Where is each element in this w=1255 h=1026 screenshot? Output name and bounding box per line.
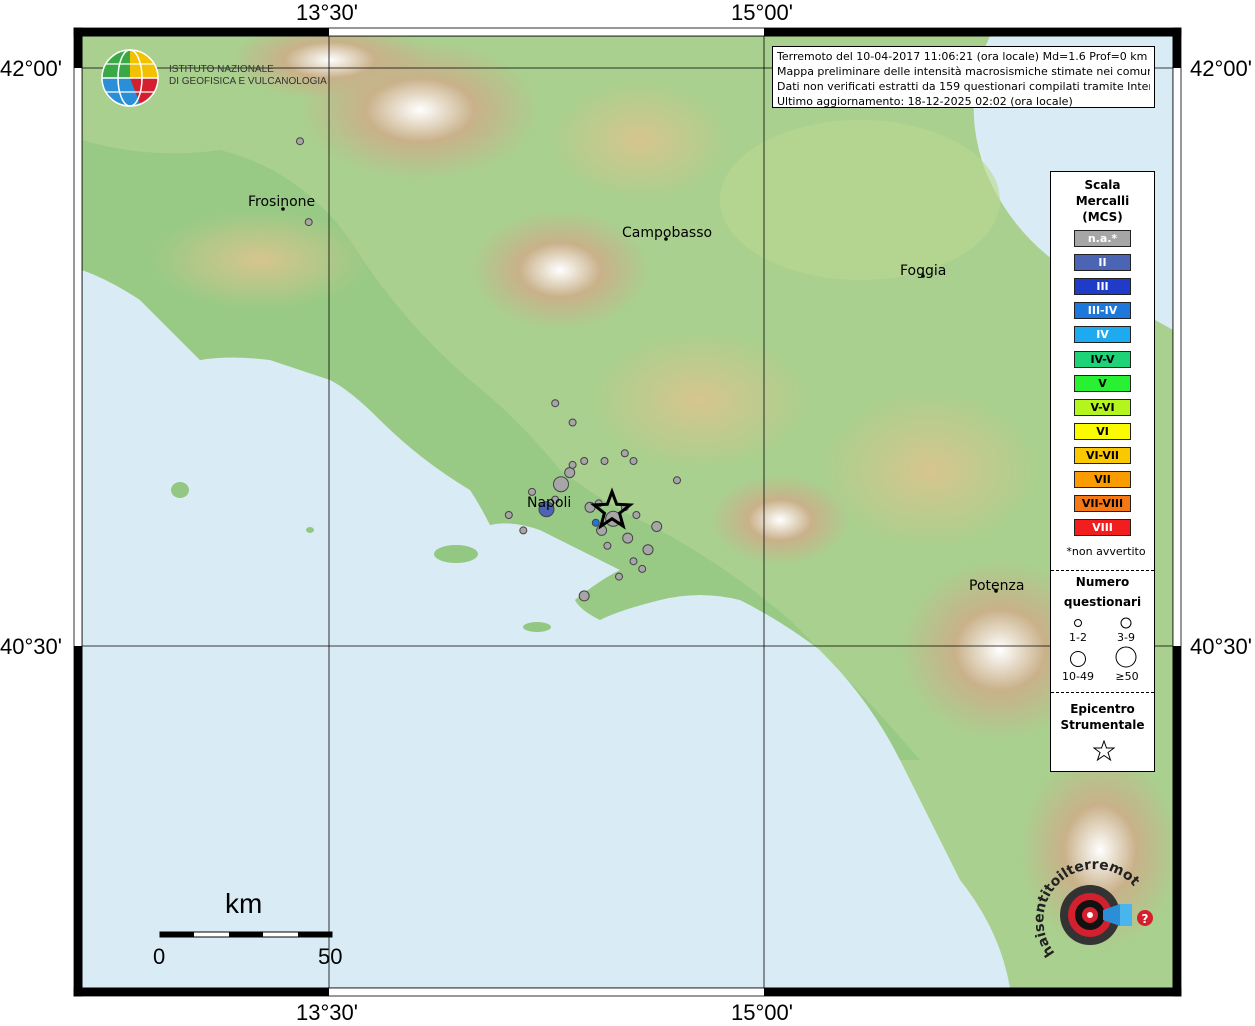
city-label-napoli: Napoli	[527, 495, 572, 511]
legend-divider	[1051, 570, 1154, 571]
questionnaire-point[interactable]	[620, 449, 629, 458]
intensity-swatch: III	[1074, 278, 1131, 296]
info-line-update: Ultimo aggiornamento: 18-12-2025 02:02 (…	[777, 95, 1073, 108]
lon-label-bottom-2: 15°00'	[731, 1000, 793, 1025]
info-line-map: Mappa preliminare delle intensità macros…	[777, 65, 1150, 78]
scale-bar	[159, 931, 333, 938]
intensity-swatch: II	[1074, 254, 1131, 272]
island-ponza	[171, 482, 189, 498]
intensity-swatch: IV-V	[1074, 350, 1131, 368]
city-label-potenza: Potenza	[969, 578, 1025, 594]
intensity-swatch: VI-VII	[1074, 446, 1131, 464]
intensity-swatch: IV	[1074, 326, 1131, 344]
logo-line-1: ISTITUTO NAZIONALE	[169, 64, 274, 75]
questionnaire-point[interactable]	[568, 418, 577, 427]
count-label-50plus: ≥50	[1115, 670, 1139, 683]
count-label-1-2: 1-2	[1069, 631, 1087, 644]
lat-label-left-top: 42°00'	[0, 56, 62, 81]
questionnaire-point[interactable]	[564, 467, 576, 479]
questionnaire-point[interactable]	[304, 218, 313, 227]
haisentito-logo: ? haisentitoilterremoto.it	[1030, 846, 1160, 973]
legend-divider	[1051, 692, 1154, 693]
count-label-10-49: 10-49	[1062, 670, 1094, 683]
intensity-swatch: VI	[1074, 422, 1131, 440]
lat-label-left-mid: 40°30'	[0, 634, 62, 659]
ingv-logo: ISTITUTO NAZIONALE DI GEOFISICA E VULCAN…	[100, 48, 327, 108]
legend-count-title-2: questionari	[1063, 595, 1142, 609]
epicenter-legend-star-icon	[1093, 740, 1115, 762]
questionnaire-point[interactable]	[651, 521, 663, 532]
legend-title-mcs: (MCS)	[1082, 210, 1123, 224]
relief	[150, 210, 370, 310]
legend-title-scala: Scala	[1084, 178, 1121, 192]
questionnaire-point[interactable]	[642, 544, 654, 556]
city-label-campobasso: Campobasso	[622, 225, 713, 241]
questionnaire-point[interactable]	[632, 511, 641, 519]
relief	[550, 80, 730, 200]
relief	[720, 120, 1000, 280]
questionnaire-point[interactable]	[622, 532, 634, 544]
island-capri	[523, 622, 551, 632]
questionnaire-point[interactable]	[504, 511, 513, 519]
ingv-globe-icon	[101, 49, 159, 107]
target-speaker-icon: ? haisentitoilterremoto.it	[1030, 846, 1153, 960]
intensity-swatch: V	[1074, 374, 1131, 392]
legend-epicenter-title-1: Epicentro	[1070, 702, 1135, 716]
questionnaire-point[interactable]	[551, 399, 560, 408]
questionnaire-point[interactable]	[580, 457, 589, 465]
lon-label-top-1: 13°30'	[296, 0, 358, 25]
intensity-swatch: VII-VIII	[1074, 495, 1131, 513]
intensity-swatch: V-VI	[1074, 398, 1131, 416]
scale-max-label: 50	[318, 944, 343, 969]
logo-line-2: DI GEOFISICA E VULCANOLOGIA	[169, 76, 327, 87]
questionnaire-point[interactable]	[578, 590, 590, 602]
city-label-frosinone: Frosinone	[248, 194, 316, 210]
legend-count-title-1: Numero	[1075, 575, 1130, 589]
questionnaire-point[interactable]	[600, 457, 609, 465]
questionnaire-point[interactable]	[296, 137, 304, 146]
relief	[820, 390, 1040, 550]
scale-unit-label: km	[225, 888, 263, 919]
intensity-swatch: III-IV	[1074, 302, 1131, 320]
intensity-swatch: VII	[1074, 471, 1131, 488]
count-label-3-9: 3-9	[1117, 631, 1135, 644]
lon-label-bottom-1: 13°30'	[296, 1000, 358, 1025]
legend-epicenter-title-2: Strumentale	[1060, 718, 1145, 732]
earthquake-info-box: Terremoto del 10-04-2017 11:06:21 (ora l…	[772, 46, 1155, 108]
questionnaire-point[interactable]	[638, 564, 647, 573]
info-line-event: Terremoto del 10-04-2017 11:06:21 (ora l…	[777, 50, 1148, 63]
intensity-swatch: n.a.*	[1074, 230, 1131, 247]
info-line-data: Dati non verificati estratti da 159 ques…	[777, 80, 1150, 93]
city-label-foggia: Foggia	[900, 263, 947, 279]
relief	[590, 330, 810, 470]
questionnaire-point[interactable]	[568, 460, 577, 469]
questionnaire-point[interactable]	[519, 526, 528, 535]
lon-label-top-2: 15°00'	[731, 0, 793, 25]
questionnaire-point[interactable]	[673, 476, 681, 485]
scale-min-label: 0	[153, 944, 166, 969]
questionnaire-point[interactable]	[629, 557, 638, 566]
questionnaire-point[interactable]	[591, 518, 600, 527]
island-ischia	[434, 545, 478, 563]
lat-label-right-mid: 40°30'	[1190, 634, 1252, 659]
island-ventotene	[306, 527, 314, 533]
legend-panel: Scala Mercalli (MCS) n.a.* II III III-IV IV I…	[1050, 171, 1155, 772]
questionnaire-point[interactable]	[603, 541, 612, 550]
lat-label-right-top: 42°00'	[1190, 56, 1252, 81]
questionnaire-point[interactable]	[615, 572, 623, 581]
questionnaire-point[interactable]	[553, 476, 569, 493]
intensity-swatch: VIII	[1074, 519, 1131, 537]
questionnaire-point[interactable]	[629, 457, 638, 465]
svg-text:?: ?	[1142, 912, 1149, 926]
legend-title-mercalli: Mercalli	[1075, 194, 1130, 208]
legend-not-felt-note: *non avvertito	[1066, 545, 1146, 558]
